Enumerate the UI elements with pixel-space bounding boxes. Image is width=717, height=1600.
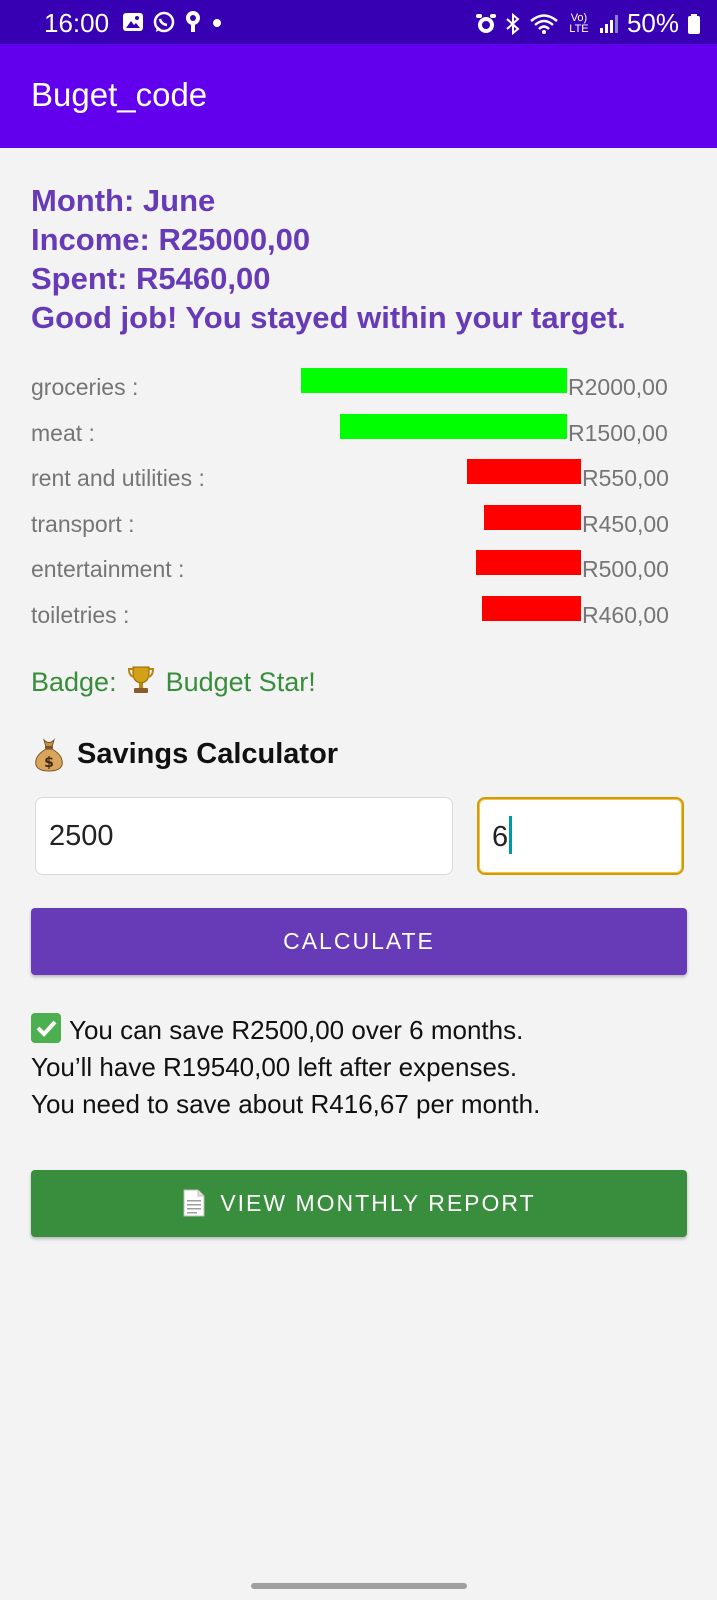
alarm-icon (475, 13, 496, 33)
category-bar (482, 595, 581, 621)
savings-amount-value: 2500 (49, 820, 114, 852)
category-amount: R1500,00 (568, 419, 668, 446)
svg-text:$: $ (44, 755, 54, 771)
savings-result: You can save R2500,00 over 6 months. You… (31, 1012, 540, 1123)
badge-prefix: Badge: (31, 667, 117, 697)
category-bar (476, 550, 581, 576)
category-label: entertainment : (31, 556, 185, 583)
signal-icon (599, 14, 618, 33)
category-bar (467, 459, 581, 485)
category-bar (484, 504, 581, 530)
result-line-3: You need to save about R416,67 per month… (31, 1089, 541, 1119)
income-text: Income: R25000,00 (31, 222, 311, 257)
category-bar (340, 413, 567, 439)
home-indicator[interactable] (251, 1583, 467, 1589)
volte-icon: Vo) LTE (569, 11, 589, 35)
text-cursor (509, 816, 513, 854)
savings-calculator-title: $ Savings Calculator (31, 736, 338, 772)
dot-icon (213, 19, 221, 27)
category-row: transport : R450,00 (31, 503, 687, 549)
category-label: transport : (31, 510, 135, 537)
battery-icon (688, 13, 700, 34)
app-bar: Buget_code (0, 44, 717, 148)
category-row: meat : R1500,00 (31, 412, 687, 458)
battery-percentage: 50% (626, 8, 679, 38)
category-bar (301, 368, 567, 393)
status-right-icons: Vo) LTE 50% (475, 8, 701, 39)
category-row: groceries : R2000,00 (31, 366, 687, 412)
month-text: Month: June (31, 183, 216, 218)
status-message: Good job! You stayed within your target. (31, 300, 626, 335)
gallery-icon (123, 13, 143, 31)
status-left-icons (122, 10, 224, 34)
trophy-icon (128, 666, 155, 693)
category-row: toiletries : R460,00 (31, 594, 687, 640)
category-amount: R2000,00 (568, 374, 668, 400)
savings-amount-input[interactable]: 2500 (35, 797, 453, 875)
category-label: toiletries : (31, 601, 130, 628)
app-title: Buget_code (31, 76, 208, 113)
spent-text: Spent: R5460,00 (31, 261, 271, 296)
money-bag-icon: $ (35, 738, 63, 772)
whatsapp-icon (153, 11, 175, 33)
budget-summary: Month: June Income: R25000,00 Spent: R54… (31, 181, 626, 337)
result-line-2: You’ll have R19540,00 left after expense… (31, 1052, 518, 1082)
location-icon (186, 11, 200, 32)
category-label: meat : (31, 419, 95, 446)
category-amount: R450,00 (582, 510, 669, 537)
category-amount: R500,00 (582, 556, 669, 583)
report-button-label: VIEW MONTHLY REPORT (220, 1190, 536, 1216)
category-label: rent and utilities : (31, 465, 205, 492)
check-mark-icon (31, 1013, 61, 1043)
result-line-1: You can save R2500,00 over 6 months. (69, 1015, 524, 1045)
badge: Badge: Budget Star! (31, 665, 316, 698)
savings-months-value: 6 (492, 821, 509, 853)
savings-months-input[interactable]: 6 (477, 797, 684, 875)
category-label: groceries : (31, 374, 139, 400)
savings-title-text: Savings Calculator (77, 737, 339, 770)
category-amount: R550,00 (582, 465, 669, 492)
badge-text: Budget Star! (165, 667, 316, 697)
calculate-button[interactable]: CALCULATE (31, 908, 687, 975)
wifi-icon (530, 13, 558, 34)
bluetooth-icon (506, 12, 520, 35)
status-bar: 16:00 Vo) LTE 50% (0, 0, 717, 44)
document-icon (183, 1189, 205, 1217)
status-time: 16:00 (44, 8, 110, 38)
category-list: groceries : R2000,00 meat : R1500,00 ren… (31, 366, 687, 640)
category-row: entertainment : R500,00 (31, 548, 687, 594)
category-row: rent and utilities : R550,00 (31, 457, 687, 503)
view-monthly-report-button[interactable]: VIEW MONTHLY REPORT (31, 1170, 687, 1237)
category-amount: R460,00 (582, 601, 669, 628)
